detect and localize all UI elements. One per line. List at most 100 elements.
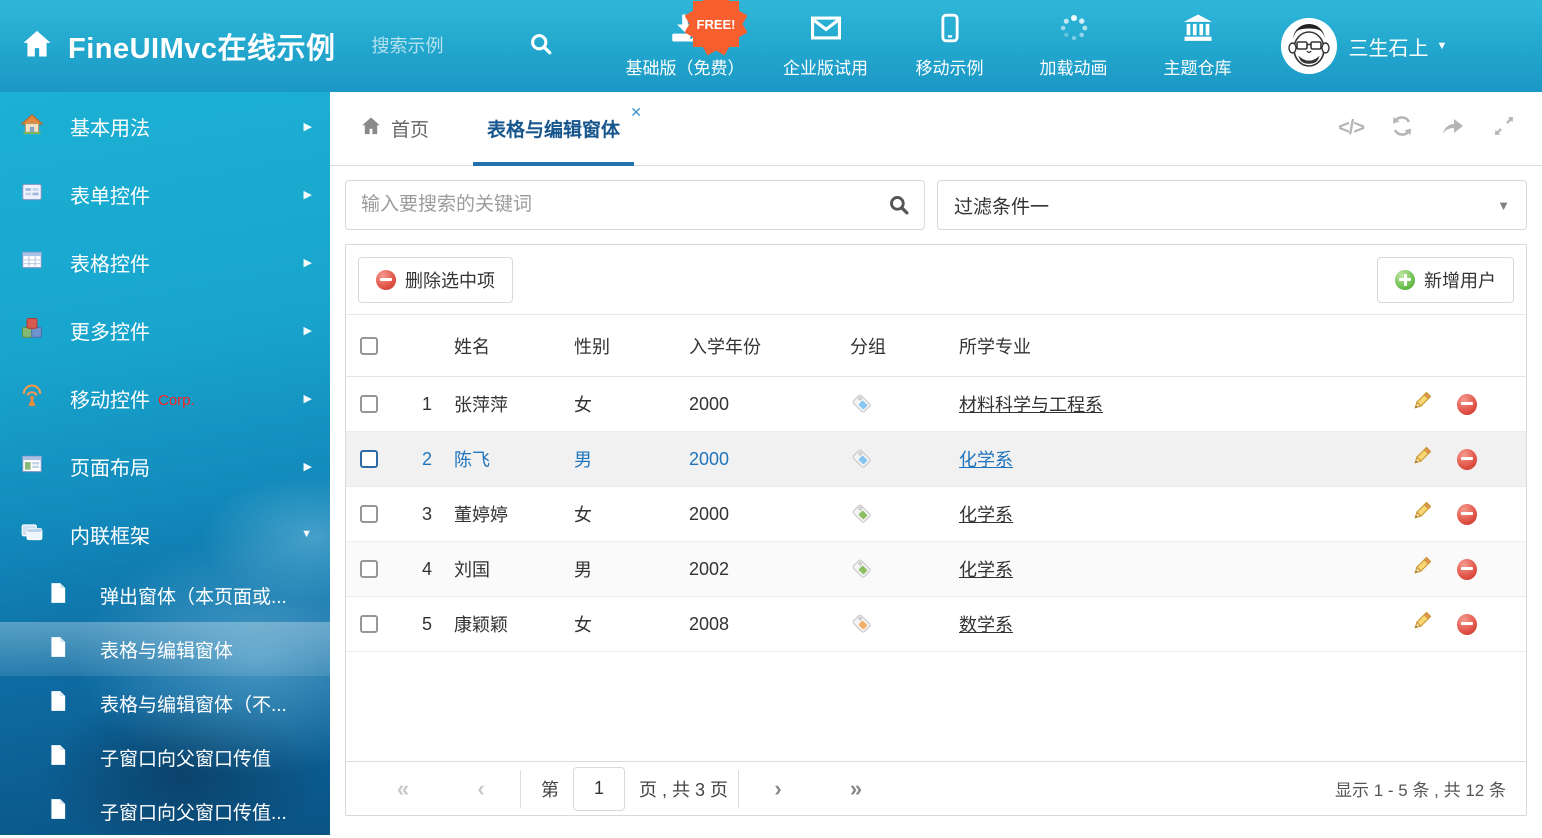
row-number: 2 (392, 432, 454, 486)
header-search-icon[interactable] (528, 31, 554, 62)
edit-pencil-icon[interactable] (1410, 390, 1433, 418)
sidebar-item-more-controls[interactable]: 更多控件 ▶ (0, 296, 330, 364)
sidebar-item-page-layout[interactable]: 页面布局 ▶ (0, 432, 330, 500)
column-header-name[interactable]: 姓名 (454, 315, 574, 376)
delete-row-icon[interactable] (1457, 614, 1477, 635)
sidebar-item-basic-usage[interactable]: 基本用法 ▶ (0, 92, 330, 160)
tag-icon (844, 432, 959, 486)
sidebar-item-grid-controls[interactable]: 表格控件 ▶ (0, 228, 330, 296)
major-link[interactable]: 材料科学与工程系 (959, 391, 1103, 417)
home-colored-icon (20, 112, 44, 141)
filter-dropdown[interactable]: 过滤条件一 ▼ (937, 180, 1527, 230)
file-icon (48, 582, 68, 609)
open-new-icon[interactable] (1440, 114, 1466, 143)
next-page-button[interactable]: › (739, 776, 817, 802)
cell-year: 2000 (689, 377, 844, 431)
nav-item-theme-repo[interactable]: 主题仓库 (1155, 13, 1241, 79)
tab-grid-edit-window[interactable]: 表格与编辑窗体 ✕ (473, 92, 634, 165)
antenna-icon (20, 384, 44, 413)
edit-pencil-icon[interactable] (1410, 555, 1433, 583)
phone-icon (939, 13, 961, 48)
select-all-checkbox[interactable] (360, 337, 378, 355)
delete-selected-button[interactable]: 删除选中项 (358, 257, 513, 303)
column-header-gender[interactable]: 性别 (574, 315, 689, 376)
row-number: 4 (392, 542, 454, 596)
tab-close-icon[interactable]: ✕ (630, 104, 642, 121)
sidebar-subitem-grid-edit-window[interactable]: 表格与编辑窗体 (0, 622, 330, 676)
row-checkbox[interactable] (360, 505, 378, 523)
row-checkbox[interactable] (360, 615, 378, 633)
delete-row-icon[interactable] (1457, 559, 1477, 580)
form-icon (20, 180, 44, 209)
nav-item-loading-animation[interactable]: 加载动画 (1031, 13, 1117, 79)
sidebar-subitem-child-to-parent[interactable]: 子窗口向父窗口传值 (0, 730, 330, 784)
table-row[interactable]: 4 刘国 男 2002 化学系 (346, 542, 1526, 597)
home-icon[interactable] (20, 27, 54, 66)
row-checkbox[interactable] (360, 395, 378, 413)
cell-name: 陈飞 (454, 432, 574, 486)
major-link[interactable]: 化学系 (959, 446, 1013, 472)
sidebar-item-form-controls[interactable]: 表单控件 ▶ (0, 160, 330, 228)
first-page-button[interactable]: « (364, 776, 442, 802)
sidebar: 基本用法 ▶ 表单控件 ▶ 表格控件 ▶ 更多控件 ▶ 移动控件 Corp. ▶… (0, 92, 330, 835)
sidebar-item-iframe[interactable]: 内联框架 ▼ (0, 500, 330, 568)
file-icon (48, 636, 68, 663)
search-icon[interactable] (887, 193, 911, 222)
row-checkbox[interactable] (360, 560, 378, 578)
page-number-input[interactable] (573, 767, 625, 811)
sidebar-subitem-popup-window[interactable]: 弹出窗体（本页面或... (0, 568, 330, 622)
corp-badge: Corp. (158, 392, 195, 409)
last-page-button[interactable]: » (817, 776, 895, 802)
frames-icon (20, 520, 44, 549)
header-search-input[interactable] (370, 35, 520, 58)
pagination-bar: « ‹ 第 页 , 共 3 页 › » 显示 1 - 5 条 , 共 12 条 (346, 761, 1526, 815)
cell-gender: 男 (574, 432, 689, 486)
grid-toolbar: 删除选中项 新增用户 (346, 245, 1526, 315)
chevron-right-icon: ▶ (304, 460, 312, 473)
prev-page-button[interactable]: ‹ (442, 776, 520, 802)
chevron-right-icon: ▶ (304, 256, 312, 269)
keyword-search-input[interactable] (345, 180, 925, 230)
filter-row: 过滤条件一 ▼ (330, 166, 1542, 230)
table-row[interactable]: 3 董婷婷 女 2000 化学系 (346, 487, 1526, 542)
file-icon (48, 690, 68, 717)
tab-toolbar: </> (1338, 92, 1542, 165)
delete-row-icon[interactable] (1457, 504, 1477, 525)
edit-pencil-icon[interactable] (1410, 610, 1433, 638)
refresh-icon[interactable] (1390, 114, 1414, 143)
table-empty-area (346, 652, 1526, 761)
major-link[interactable]: 化学系 (959, 501, 1013, 527)
table-row[interactable]: 1 张萍萍 女 2000 材料科学与工程系 (346, 377, 1526, 432)
tab-home[interactable]: 首页 (360, 92, 429, 165)
app-title: FineUIMvc在线示例 (68, 25, 336, 67)
add-user-button[interactable]: 新增用户 (1377, 257, 1514, 303)
nav-item-mobile-demo[interactable]: 移动示例 (907, 13, 993, 79)
view-source-icon[interactable]: </> (1338, 117, 1364, 140)
user-menu[interactable]: 三生石上 ▼ (1281, 18, 1448, 74)
column-header-group[interactable]: 分组 (844, 315, 959, 376)
major-link[interactable]: 化学系 (959, 556, 1013, 582)
caret-down-icon: ▼ (1497, 198, 1510, 213)
cell-gender: 男 (574, 542, 689, 596)
delete-row-icon[interactable] (1457, 449, 1477, 470)
file-icon (48, 798, 68, 825)
major-link[interactable]: 数学系 (959, 611, 1013, 637)
edit-pencil-icon[interactable] (1410, 445, 1433, 473)
sidebar-subitem-child-to-parent-2[interactable]: 子窗口向父窗口传值... (0, 784, 330, 838)
column-header-major[interactable]: 所学专业 (959, 315, 1410, 376)
row-checkbox[interactable] (360, 450, 378, 468)
delete-row-icon[interactable] (1457, 394, 1477, 415)
minus-circle-icon (376, 270, 396, 290)
grid-panel: 删除选中项 新增用户 姓名 性别 入学年份 分组 所学专业 1 张萍萍 女 20… (345, 244, 1527, 816)
table-row[interactable]: 5 康颖颖 女 2008 数学系 (346, 597, 1526, 652)
table-row-selected[interactable]: 2 陈飞 男 2000 化学系 (346, 432, 1526, 487)
pager-divider (520, 770, 521, 808)
edit-pencil-icon[interactable] (1410, 500, 1433, 528)
column-header-year[interactable]: 入学年份 (689, 315, 844, 376)
page-suffix-label: 页 , 共 3 页 (639, 776, 728, 802)
record-summary: 显示 1 - 5 条 , 共 12 条 (1335, 776, 1526, 801)
expand-icon[interactable] (1492, 114, 1516, 143)
sidebar-subitem-grid-edit-window-2[interactable]: 表格与编辑窗体（不... (0, 676, 330, 730)
nav-item-enterprise-trial[interactable]: 企业版试用 (783, 13, 869, 79)
sidebar-item-mobile-controls[interactable]: 移动控件 Corp. ▶ (0, 364, 330, 432)
